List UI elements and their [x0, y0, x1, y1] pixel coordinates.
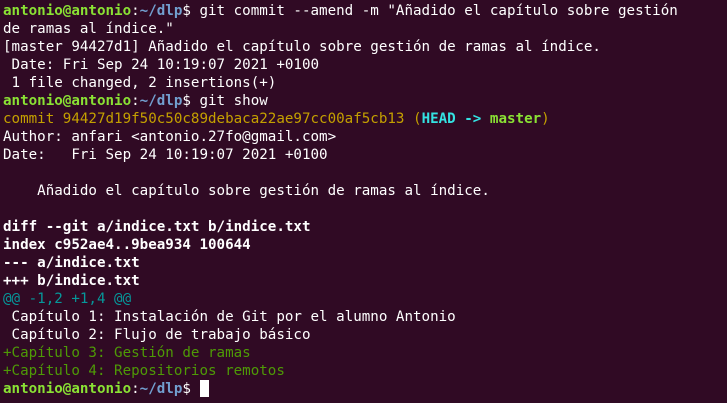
commit-hash: commit 94427d19f50c50c89debaca22ae97cc00… — [3, 111, 405, 127]
prompt-symbol: $ — [182, 3, 191, 19]
terminal-line-date: Date: Fri Sep 24 10:19:07 2021 +0100 — [3, 147, 328, 163]
command-text: git show — [190, 93, 268, 109]
prompt-path: ~/dlp — [139, 3, 183, 19]
prompt-user-host: antonio@antonio — [3, 3, 132, 19]
command-text: git commit --amend -m "Añadido el capítu… — [190, 3, 678, 19]
terminal-line-prompt-active[interactable]: antonio@antonio:~/dlp$ — [3, 380, 727, 398]
terminal-line-diff-index: index c952ae4..9bea934 100644 — [3, 237, 251, 253]
prompt-separator: : — [131, 381, 140, 397]
terminal-line-diff-context: Capítulo 2: Flujo de trabajo básico — [3, 327, 311, 343]
terminal-line-diff-header: diff --git a/indice.txt b/indice.txt — [3, 219, 311, 235]
terminal-line-diff-hunk: @@ -1,2 +1,4 @@ — [3, 291, 132, 307]
ref-paren-open: ( — [404, 111, 422, 127]
terminal-line-command-commit: antonio@antonio:~/dlp$ git commit --amen… — [3, 2, 727, 20]
terminal-line-command-show: antonio@antonio:~/dlp$ git show — [3, 92, 727, 110]
terminal-line-output: Date: Fri Sep 24 10:19:07 2021 +0100 — [3, 57, 320, 73]
terminal-line-diff-minus-file: --- a/indice.txt — [3, 255, 140, 271]
prompt-user-host: antonio@antonio — [3, 93, 132, 109]
prompt-path: ~/dlp — [139, 381, 183, 397]
prompt-separator: : — [131, 93, 140, 109]
terminal-line-diff-plus-file: +++ b/indice.txt — [3, 273, 140, 289]
terminal-line-diff-added: +Capítulo 4: Repositorios remotos — [3, 363, 285, 379]
terminal-line-message: Añadido el capítulo sobre gestión de ram… — [3, 183, 490, 199]
prompt-separator: : — [131, 3, 140, 19]
terminal-line-output: 1 file changed, 2 insertions(+) — [3, 75, 277, 91]
prompt-path: ~/dlp — [139, 93, 183, 109]
prompt-user-host: antonio@antonio — [3, 381, 132, 397]
terminal-line-diff-added: +Capítulo 3: Gestión de ramas — [3, 345, 251, 361]
prompt-symbol: $ — [182, 381, 191, 397]
prompt-symbol: $ — [182, 93, 191, 109]
terminal-line-author: Author: anfari <antonio.27fo@gmail.com> — [3, 129, 337, 145]
text-cursor — [200, 380, 210, 397]
head-ref: HEAD -> — [421, 111, 490, 127]
terminal-window[interactable]: antonio@antonio:~/dlp$ git commit --amen… — [0, 0, 727, 403]
branch-ref: master — [489, 111, 542, 127]
command-input[interactable] — [191, 381, 200, 397]
terminal-line-output: [master 94427d1] Añadido el capítulo sob… — [3, 39, 601, 55]
terminal-line-diff-context: Capítulo 1: Instalación de Git por el al… — [3, 309, 456, 325]
terminal-line-commit: commit 94427d19f50c50c89debaca22ae97cc00… — [3, 110, 727, 128]
terminal-line-command-wrap: de ramas al índice." — [3, 21, 174, 37]
ref-paren-close: ) — [541, 111, 550, 127]
